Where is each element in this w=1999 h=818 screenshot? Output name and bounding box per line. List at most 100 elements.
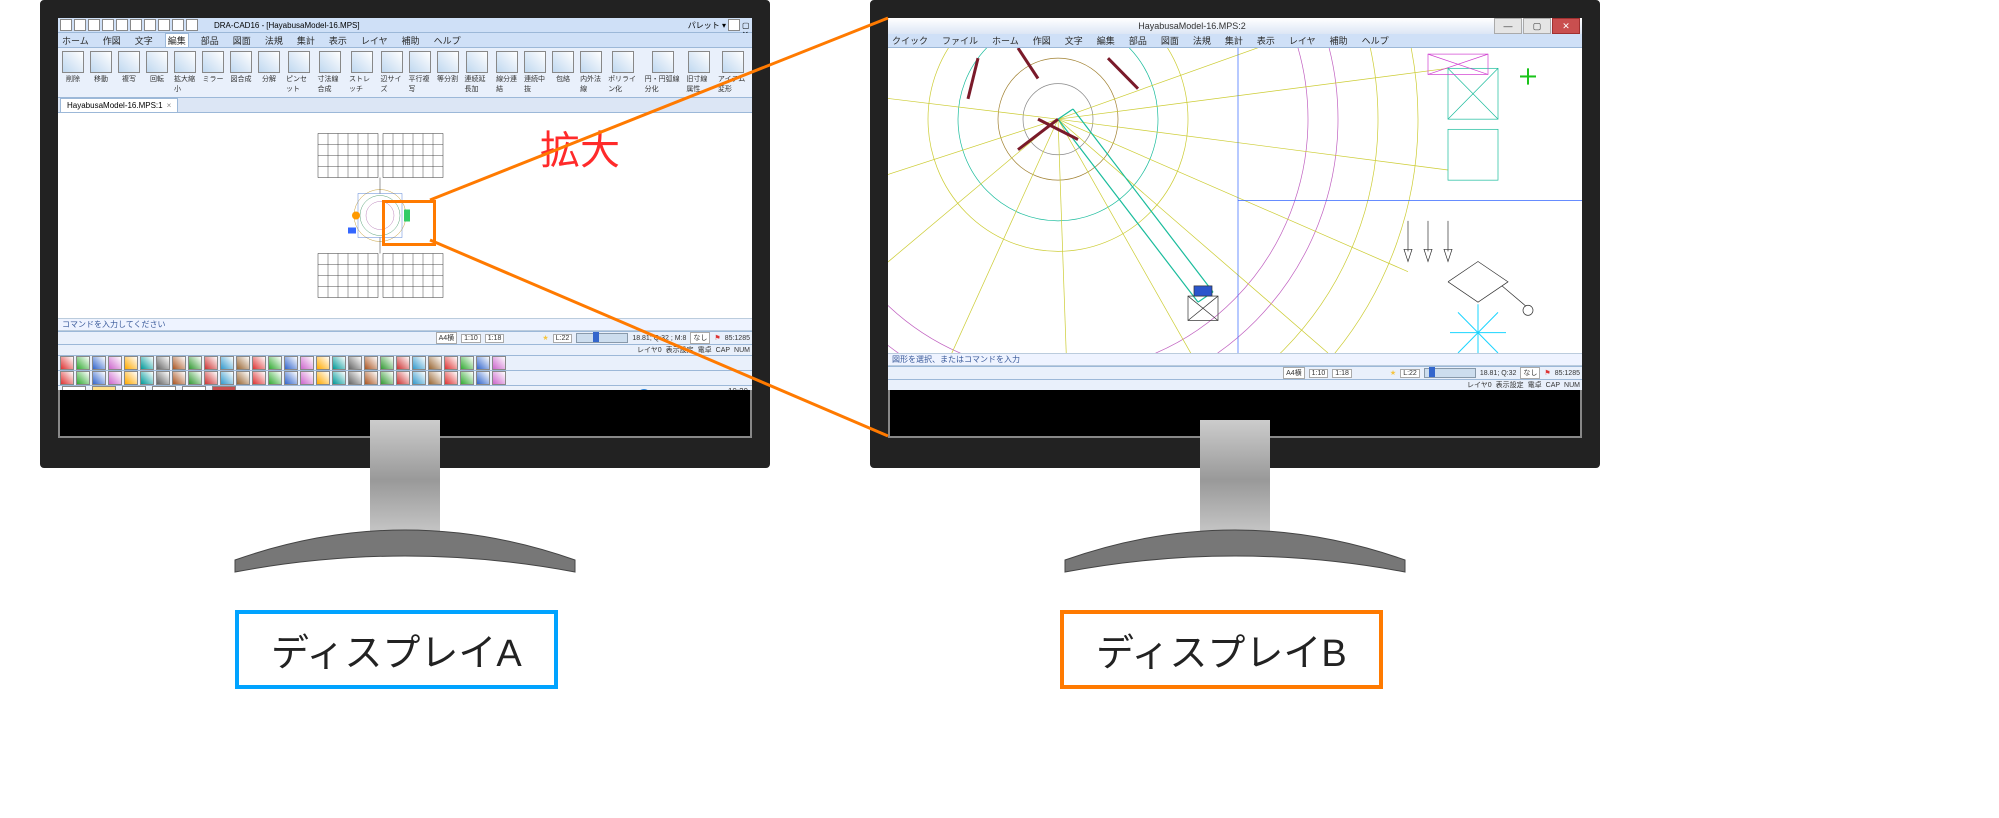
menu-b-部品[interactable]: 部品 xyxy=(1127,34,1149,47)
flag-icon[interactable]: ⚑ xyxy=(714,334,720,342)
tool-icon-r0-1[interactable] xyxy=(76,356,90,370)
menu-regulation[interactable]: 法規 xyxy=(263,34,285,47)
ribbon-ポリライン化[interactable]: ポリライン化 xyxy=(606,50,641,95)
flag-icon-b[interactable]: ⚑ xyxy=(1544,369,1550,377)
ribbon-寸法線合成[interactable]: 寸法線合成 xyxy=(316,50,346,95)
tool-icon-r1-26[interactable] xyxy=(476,371,490,385)
tool-icon-r0-13[interactable] xyxy=(268,356,282,370)
qat-open-icon[interactable] xyxy=(88,19,100,31)
status-none-b[interactable]: なし xyxy=(1520,367,1540,379)
status-paper-b[interactable]: A4横 xyxy=(1283,367,1305,379)
close-button-b[interactable]: ✕ xyxy=(1552,18,1580,34)
tool-icon-r1-7[interactable] xyxy=(172,371,186,385)
tool-icon-r0-3[interactable] xyxy=(108,356,122,370)
menu-b-ファイル[interactable]: ファイル xyxy=(940,34,980,47)
taskbar-explorer-icon[interactable]: 📁 xyxy=(92,386,116,390)
tool-icon-r0-15[interactable] xyxy=(300,356,314,370)
ribbon-ストレッチ[interactable]: ストレッチ xyxy=(347,50,377,95)
menu-bar[interactable]: ホーム 作図 文字 編集 部品 図面 法規 集計 表示 レイヤ 補助 ヘルプ xyxy=(58,33,752,48)
status-paper[interactable]: A4横 xyxy=(436,332,458,344)
tool-icon-r0-23[interactable] xyxy=(428,356,442,370)
menu-b-法規[interactable]: 法規 xyxy=(1191,34,1213,47)
tool-icon-r1-20[interactable] xyxy=(380,371,394,385)
qat-undo-icon[interactable] xyxy=(130,19,142,31)
tool-icon-r0-9[interactable] xyxy=(204,356,218,370)
ribbon-連続延長加[interactable]: 連続延長加 xyxy=(463,50,493,95)
tool-icon-r0-2[interactable] xyxy=(92,356,106,370)
tool-icon-r1-23[interactable] xyxy=(428,371,442,385)
tool-icon-r0-14[interactable] xyxy=(284,356,298,370)
status-layer[interactable]: レイヤ0 xyxy=(637,345,662,355)
taskbar-dracad-icon[interactable]: ◆ xyxy=(212,386,236,390)
tool-icon-r1-24[interactable] xyxy=(444,371,458,385)
drawing-canvas-b[interactable] xyxy=(888,48,1582,353)
menu-b-作図[interactable]: 作図 xyxy=(1031,34,1053,47)
qat-new-icon[interactable] xyxy=(74,19,86,31)
status-scale2[interactable]: 1:18 xyxy=(485,334,505,343)
tool-icon-r0-11[interactable] xyxy=(236,356,250,370)
ribbon-平行複写[interactable]: 平行複写 xyxy=(407,50,433,95)
star-icon[interactable]: ★ xyxy=(542,334,548,342)
ribbon-図合成[interactable]: 図合成 xyxy=(228,50,254,85)
tool-icon-r1-25[interactable] xyxy=(460,371,474,385)
menu-b-図面[interactable]: 図面 xyxy=(1159,34,1181,47)
ribbon-包絡[interactable]: 包絡 xyxy=(550,50,576,85)
help-tray-icon[interactable]: ? xyxy=(637,389,651,390)
menu-b-編集[interactable]: 編集 xyxy=(1095,34,1117,47)
ribbon-旧寸線属性[interactable]: 旧寸線属性 xyxy=(684,50,714,95)
tool-icon-r1-5[interactable] xyxy=(140,371,154,385)
tool-icon-r1-21[interactable] xyxy=(396,371,410,385)
status-scale1-b[interactable]: 1:10 xyxy=(1309,369,1329,378)
zoom-thumb-b[interactable] xyxy=(1429,367,1435,377)
tool-icon-r0-5[interactable] xyxy=(140,356,154,370)
tool-icon-r0-24[interactable] xyxy=(444,356,458,370)
tool-icon-r1-22[interactable] xyxy=(412,371,426,385)
tool-icon-r0-16[interactable] xyxy=(316,356,330,370)
zoom-slider[interactable] xyxy=(576,333,628,343)
ribbon-拡大縮小[interactable]: 拡大縮小 xyxy=(172,50,198,95)
menu-b-文字[interactable]: 文字 xyxy=(1063,34,1085,47)
app-icon[interactable] xyxy=(60,19,72,31)
status-snap-b[interactable]: 電卓 xyxy=(1528,380,1542,390)
status-scale1[interactable]: 1:10 xyxy=(461,334,481,343)
menu-b-ホーム[interactable]: ホーム xyxy=(990,34,1021,47)
menu-drawing[interactable]: 図面 xyxy=(231,34,253,47)
menu-text[interactable]: 文字 xyxy=(133,34,155,47)
help-icon[interactable] xyxy=(728,19,740,31)
taskbar-ie-icon[interactable]: e xyxy=(122,386,146,390)
tool-icon-r0-8[interactable] xyxy=(188,356,202,370)
tool-icon-r0-26[interactable] xyxy=(476,356,490,370)
tool-icon-r0-18[interactable] xyxy=(348,356,362,370)
ribbon-削除[interactable]: 削除 xyxy=(60,50,86,85)
ribbon-回転[interactable]: 回転 xyxy=(144,50,170,85)
status-l[interactable]: L:22 xyxy=(553,334,573,343)
tool-icon-r1-27[interactable] xyxy=(492,371,506,385)
ribbon-複写[interactable]: 複写 xyxy=(116,50,142,85)
tool-icon-r1-19[interactable] xyxy=(364,371,378,385)
tool-icon-r1-14[interactable] xyxy=(284,371,298,385)
document-tab[interactable]: HayabusaModel-16.MPS:1 × xyxy=(60,98,178,112)
ribbon-連続中抜[interactable]: 連続中抜 xyxy=(522,50,548,95)
menu-edit[interactable]: 編集 xyxy=(165,33,189,47)
taskbar-mail-icon[interactable]: ✉ xyxy=(152,386,176,390)
tool-icon-r1-10[interactable] xyxy=(220,371,234,385)
tool-icon-r0-0[interactable] xyxy=(60,356,74,370)
tool-icon-r1-8[interactable] xyxy=(188,371,202,385)
qat-redo-icon[interactable] xyxy=(144,19,156,31)
tool-icon-r1-18[interactable] xyxy=(348,371,362,385)
tool-icon-r0-7[interactable] xyxy=(172,356,186,370)
status-none[interactable]: なし xyxy=(690,332,710,344)
tool-icon-r0-20[interactable] xyxy=(380,356,394,370)
tool-icon-r1-12[interactable] xyxy=(252,371,266,385)
menu-draw[interactable]: 作図 xyxy=(101,34,123,47)
command-input[interactable]: コマンドを入力してください xyxy=(58,318,752,331)
menu-b-補助[interactable]: 補助 xyxy=(1328,34,1350,47)
ribbon-移動[interactable]: 移動 xyxy=(88,50,114,85)
maximize-button[interactable]: ▢ xyxy=(742,21,750,30)
tool-icon-r0-17[interactable] xyxy=(332,356,346,370)
maximize-button-b[interactable]: ▢ xyxy=(1523,18,1551,34)
tool-icon-r1-4[interactable] xyxy=(124,371,138,385)
tool-icon-r0-4[interactable] xyxy=(124,356,138,370)
menu-tally[interactable]: 集計 xyxy=(295,34,317,47)
zoom-slider-b[interactable] xyxy=(1424,368,1476,378)
